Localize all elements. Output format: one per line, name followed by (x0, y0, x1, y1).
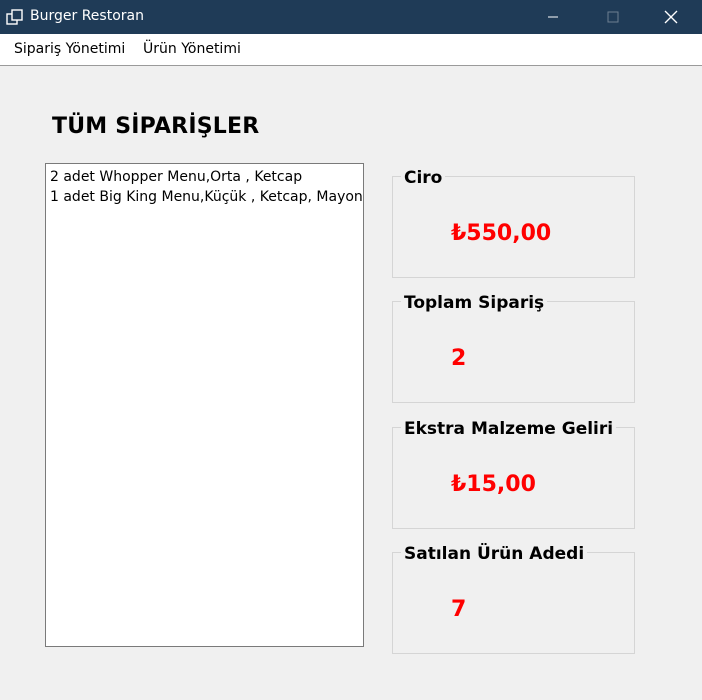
minimize-icon (548, 16, 558, 18)
close-button[interactable] (648, 0, 694, 34)
close-icon (664, 10, 678, 24)
stat-group-ekstra-malzeme-geliri: Ekstra Malzeme Geliri ₺15,00 (392, 419, 635, 529)
stat-value-ciro: ₺550,00 (451, 221, 552, 246)
menu-siparis-yonetimi[interactable]: Sipariş Yönetimi (14, 41, 125, 57)
stat-value-toplam-siparis: 2 (451, 346, 467, 371)
stat-group-ciro: Ciro ₺550,00 (392, 168, 635, 278)
minimize-button[interactable] (530, 0, 576, 34)
stat-value-ekstra-malzeme-geliri: ₺15,00 (451, 472, 536, 497)
stat-label-toplam-siparis: Toplam Sipariş (401, 293, 548, 313)
stat-group-toplam-siparis: Toplam Sipariş 2 (392, 293, 635, 403)
stat-label-ciro: Ciro (401, 168, 446, 188)
page-title: TÜM SİPARİŞLER (52, 114, 260, 139)
window-title: Burger Restoran (30, 8, 144, 24)
maximize-icon (607, 11, 619, 23)
orders-listbox[interactable]: 2 adet Whopper Menu,Orta , Ketcap 1 adet… (45, 163, 364, 647)
maximize-button[interactable] (590, 0, 636, 34)
list-item[interactable]: 1 adet Big King Menu,Küçük , Ketcap, May… (50, 187, 363, 207)
app-icon (6, 9, 23, 25)
window-titlebar[interactable]: Burger Restoran (0, 0, 702, 34)
list-item[interactable]: 2 adet Whopper Menu,Orta , Ketcap (50, 167, 359, 187)
menu-urun-yonetimi[interactable]: Ürün Yönetimi (143, 41, 241, 57)
menu-bar: Sipariş Yönetimi Ürün Yönetimi (0, 34, 702, 66)
stat-value-satilan-urun-adedi: 7 (451, 597, 467, 622)
stat-group-satilan-urun-adedi: Satılan Ürün Adedi 7 (392, 544, 635, 654)
stat-label-satilan-urun-adedi: Satılan Ürün Adedi (401, 544, 588, 564)
stat-label-ekstra-malzeme-geliri: Ekstra Malzeme Geliri (401, 419, 617, 439)
